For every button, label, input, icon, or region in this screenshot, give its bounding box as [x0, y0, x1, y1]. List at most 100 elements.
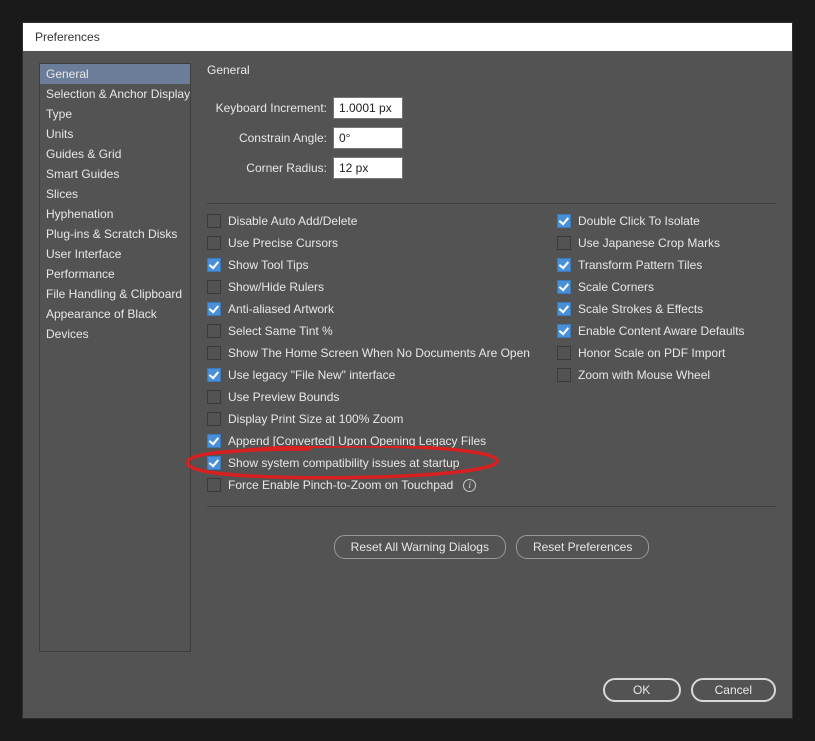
checkbox-honor-scale-on-pdf-import[interactable]: Honor Scale on PDF Import [557, 346, 776, 360]
checkbox-box[interactable] [207, 434, 221, 448]
checkbox-box[interactable] [207, 236, 221, 250]
constrain-angle-label: Constrain Angle: [207, 131, 327, 145]
keyboard-increment-input[interactable] [333, 97, 403, 119]
checkbox-use-legacy-file-new-interface[interactable]: Use legacy "File New" interface [207, 368, 547, 382]
content-area: General Selection & Anchor Display Type Uni… [39, 63, 776, 652]
reset-warning-dialogs-button[interactable]: Reset All Warning Dialogs [334, 535, 506, 559]
checkbox-box[interactable] [207, 478, 221, 492]
checkbox-force-enable-pinch-to-zoom-on-touchpad[interactable]: Force Enable Pinch-to-Zoom on Touchpad i [207, 478, 547, 492]
checkbox-label: Use Precise Cursors [228, 236, 338, 250]
checkbox-label: Show/Hide Rulers [228, 280, 324, 294]
checkbox-disable-auto-add-delete[interactable]: Disable Auto Add/Delete [207, 214, 547, 228]
checkbox-label: Show system compatibility issues at star… [228, 456, 459, 470]
info-icon[interactable]: i [463, 479, 476, 492]
sidebar-item-guides-grid[interactable]: Guides & Grid [40, 144, 190, 164]
sidebar-item-devices[interactable]: Devices [40, 324, 190, 344]
sidebar-item-label: Guides & Grid [46, 147, 121, 161]
checkbox-box[interactable] [207, 368, 221, 382]
checkbox-show-tool-tips[interactable]: Show Tool Tips [207, 258, 547, 272]
checkbox-label: Show The Home Screen When No Documents A… [228, 346, 530, 360]
constrain-angle-input[interactable] [333, 127, 403, 149]
checkbox-append-converted-upon-opening-legacy-files[interactable]: Append [Converted] Upon Opening Legacy F… [207, 434, 547, 448]
checkbox-show-the-home-screen-when-no-documents-are-open[interactable]: Show The Home Screen When No Documents A… [207, 346, 547, 360]
sidebar-item-selection-anchor-display[interactable]: Selection & Anchor Display [40, 84, 190, 104]
sidebar-item-general[interactable]: General [40, 64, 190, 84]
checkbox-box[interactable] [207, 412, 221, 426]
window-title: Preferences [23, 23, 792, 51]
sidebar-item-label: Devices [46, 327, 89, 341]
ok-button[interactable]: OK [603, 678, 681, 702]
reset-preferences-button[interactable]: Reset Preferences [516, 535, 649, 559]
checkbox-label: Disable Auto Add/Delete [228, 214, 357, 228]
sidebar-item-units[interactable]: Units [40, 124, 190, 144]
checkbox-double-click-to-isolate[interactable]: Double Click To Isolate [557, 214, 776, 228]
sidebar-item-appearance-of-black[interactable]: Appearance of Black [40, 304, 190, 324]
checkbox-box[interactable] [557, 236, 571, 250]
sidebar-item-label: Units [46, 127, 73, 141]
checkbox-label: Honor Scale on PDF Import [578, 346, 725, 360]
sidebar-item-plug-ins-scratch-disks[interactable]: Plug-ins & Scratch Disks [40, 224, 190, 244]
checkbox-scale-corners[interactable]: Scale Corners [557, 280, 776, 294]
checkbox-column-left: Disable Auto Add/Delete Use Precise Curso… [207, 214, 547, 492]
checkbox-anti-aliased-artwork[interactable]: Anti-aliased Artwork [207, 302, 547, 316]
checkbox-box[interactable] [207, 258, 221, 272]
checkbox-box[interactable] [207, 456, 221, 470]
checkbox-box[interactable] [207, 280, 221, 294]
checkbox-area: Disable Auto Add/Delete Use Precise Curso… [207, 214, 776, 492]
checkbox-label: Use Preview Bounds [228, 390, 339, 404]
checkbox-box[interactable] [207, 302, 221, 316]
checkbox-box[interactable] [557, 214, 571, 228]
checkbox-show-system-compatibility-issues-at-startup[interactable]: Show system compatibility issues at star… [207, 456, 547, 470]
checkbox-box[interactable] [207, 390, 221, 404]
checkbox-label: Zoom with Mouse Wheel [578, 368, 710, 382]
cancel-button[interactable]: Cancel [691, 678, 776, 702]
checkbox-label: Scale Corners [578, 280, 654, 294]
checkbox-label: Append [Converted] Upon Opening Legacy F… [228, 434, 486, 448]
sidebar-item-label: User Interface [46, 247, 121, 261]
corner-radius-row: Corner Radius: [207, 157, 776, 179]
sidebar-item-performance[interactable]: Performance [40, 264, 190, 284]
checkbox-box[interactable] [557, 258, 571, 272]
checkbox-box[interactable] [207, 346, 221, 360]
sidebar-item-label: Plug-ins & Scratch Disks [46, 227, 177, 241]
checkbox-scale-strokes-effects[interactable]: Scale Strokes & Effects [557, 302, 776, 316]
checkbox-column-right: Double Click To Isolate Use Japanese Crop… [557, 214, 776, 492]
checkbox-enable-content-aware-defaults[interactable]: Enable Content Aware Defaults [557, 324, 776, 338]
checkbox-zoom-with-mouse-wheel[interactable]: Zoom with Mouse Wheel [557, 368, 776, 382]
sidebar-item-label: Slices [46, 187, 78, 201]
checkbox-label: Show Tool Tips [228, 258, 309, 272]
checkbox-box[interactable] [557, 280, 571, 294]
dialog-body: General Selection & Anchor Display Type Uni… [23, 51, 792, 718]
checkbox-label: Force Enable Pinch-to-Zoom on Touchpad [228, 478, 453, 492]
checkbox-select-same-tint[interactable]: Select Same Tint % [207, 324, 547, 338]
sidebar-item-type[interactable]: Type [40, 104, 190, 124]
keyboard-increment-label: Keyboard Increment: [207, 101, 327, 115]
sidebar-item-label: Performance [46, 267, 115, 281]
divider [207, 506, 776, 507]
checkbox-box[interactable] [557, 368, 571, 382]
sidebar-item-slices[interactable]: Slices [40, 184, 190, 204]
sidebar-item-label: Smart Guides [46, 167, 119, 181]
settings-panel: General Keyboard Increment: Constrain An… [207, 63, 776, 652]
checkbox-transform-pattern-tiles[interactable]: Transform Pattern Tiles [557, 258, 776, 272]
keyboard-increment-row: Keyboard Increment: [207, 97, 776, 119]
sidebar-item-file-handling-clipboard[interactable]: File Handling & Clipboard [40, 284, 190, 304]
checkbox-display-print-size-at-100-zoom[interactable]: Display Print Size at 100% Zoom [207, 412, 547, 426]
checkbox-use-japanese-crop-marks[interactable]: Use Japanese Crop Marks [557, 236, 776, 250]
sidebar-item-label: Selection & Anchor Display [46, 87, 190, 101]
corner-radius-input[interactable] [333, 157, 403, 179]
checkbox-show-hide-rulers[interactable]: Show/Hide Rulers [207, 280, 547, 294]
sidebar-item-user-interface[interactable]: User Interface [40, 244, 190, 264]
preferences-dialog: Preferences General Selection & Anchor Di… [22, 22, 793, 719]
checkbox-use-precise-cursors[interactable]: Use Precise Cursors [207, 236, 547, 250]
checkbox-box[interactable] [207, 324, 221, 338]
checkbox-box[interactable] [557, 302, 571, 316]
checkbox-box[interactable] [557, 346, 571, 360]
sidebar-item-hyphenation[interactable]: Hyphenation [40, 204, 190, 224]
checkbox-use-preview-bounds[interactable]: Use Preview Bounds [207, 390, 547, 404]
sidebar-item-smart-guides[interactable]: Smart Guides [40, 164, 190, 184]
checkbox-box[interactable] [557, 324, 571, 338]
checkbox-label: Use legacy "File New" interface [228, 368, 395, 382]
numeric-fields: Keyboard Increment: Constrain Angle: Cor… [207, 97, 776, 179]
checkbox-box[interactable] [207, 214, 221, 228]
